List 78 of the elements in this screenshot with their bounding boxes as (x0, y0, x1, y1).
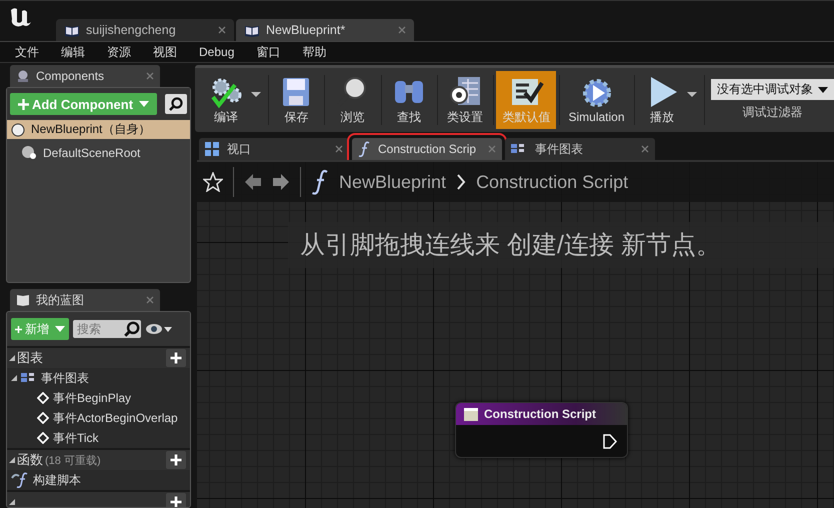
toolbar-button[interactable]: Simulation (562, 71, 631, 129)
close-icon[interactable] (218, 26, 226, 34)
debug-filter-label: 调试过滤器 (742, 104, 803, 121)
search-button[interactable] (165, 94, 187, 114)
close-icon[interactable] (641, 145, 649, 153)
star-icon[interactable] (203, 172, 223, 192)
caret-icon (139, 101, 150, 107)
graph-node[interactable]: Construction Script (455, 402, 628, 458)
node-title: Construction Script (484, 407, 596, 421)
back-arrow-icon[interactable] (244, 173, 262, 191)
dropdown-caret-icon[interactable] (251, 92, 261, 96)
function-icon (311, 169, 329, 195)
caret-icon (55, 326, 65, 332)
panel-tab[interactable]: 我的蓝图 (10, 289, 160, 311)
dropdown-caret-icon[interactable] (686, 92, 697, 96)
book-icon (16, 294, 30, 306)
expand-arrow-icon[interactable] (9, 355, 15, 361)
eye-icon[interactable] (145, 323, 173, 335)
book-icon (64, 24, 80, 36)
toolbar-button[interactable]: 浏览 (328, 71, 378, 129)
plus-icon (15, 324, 22, 334)
search-field[interactable]: 搜索 (73, 320, 123, 338)
menu-item[interactable]: 资源 (107, 44, 131, 60)
menu-item[interactable]: 帮助 (302, 44, 326, 60)
section-title: 图表 (17, 349, 43, 367)
grid-icon (205, 142, 219, 156)
menu-item[interactable]: 编辑 (61, 44, 85, 60)
toolbar-button[interactable]: 类设置 (440, 71, 490, 129)
graph-icon (21, 373, 37, 383)
component-item[interactable]: DefaultSceneRoot (7, 143, 190, 162)
toolbar-button[interactable]: 播放 (636, 71, 687, 129)
sphere-icon (11, 122, 25, 136)
plus-icon (18, 98, 29, 110)
toolbar-button[interactable]: 查找 (384, 71, 434, 129)
exec-pin-icon[interactable] (603, 434, 617, 448)
document-tab[interactable]: NewBlueprint* (236, 19, 414, 41)
section-title: 函数 (17, 451, 43, 469)
menu-item[interactable]: 文件 (15, 44, 39, 60)
menu-item[interactable]: 窗口 (256, 44, 280, 60)
breadcrumb-item[interactable]: NewBlueprint (339, 172, 446, 192)
graph-tab[interactable]: 视口 (199, 138, 349, 160)
breadcrumb-item[interactable]: Construction Script (476, 172, 628, 192)
component-icon (16, 69, 30, 83)
book-icon (244, 24, 260, 36)
document-tab[interactable]: suijishengcheng (56, 19, 234, 41)
component-item[interactable]: NewBlueprint（自身） (7, 120, 190, 139)
section-note: (18 可重载) (45, 454, 101, 468)
hint-text: 从引脚拖拽连线来 创建/连接 新节点。 (288, 222, 834, 268)
graph-icon (511, 144, 527, 154)
debug-object-dropdown[interactable]: 没有选中调试对象 (711, 79, 834, 100)
expand-arrow-icon[interactable] (9, 499, 15, 505)
expand-arrow-icon[interactable] (9, 457, 15, 463)
close-icon[interactable] (146, 296, 154, 304)
function-icon (358, 141, 370, 157)
logo-icon (8, 6, 32, 28)
sphere-icon (21, 145, 37, 160)
menu-item[interactable]: 视图 (153, 44, 177, 60)
graph-tab[interactable]: Construction Scrip (352, 138, 502, 160)
function-icon (11, 472, 29, 488)
panel-tab[interactable]: Components (10, 65, 160, 87)
menu-item[interactable]: Debug (199, 45, 234, 59)
close-icon[interactable] (398, 26, 406, 34)
add-button[interactable] (166, 451, 186, 469)
graph-tab[interactable]: 事件图表 (505, 138, 655, 160)
caret-icon (818, 86, 828, 92)
toolbar-button[interactable]: 保存 (271, 71, 322, 129)
graph-canvas[interactable]: NewBlueprint Construction Script 从引脚拖拽连线来 创建/连接 新节点。 Construction Script (197, 160, 834, 508)
close-icon[interactable] (335, 145, 343, 153)
close-icon[interactable] (146, 72, 154, 80)
diamond-icon (37, 432, 49, 444)
chevron-icon (456, 173, 466, 191)
add-button[interactable] (166, 349, 186, 367)
forward-arrow-icon[interactable] (272, 173, 290, 191)
node-icon (464, 408, 478, 420)
toolbar-button[interactable]: 编译 (201, 71, 251, 129)
diamond-icon (37, 412, 49, 424)
diamond-icon (37, 392, 49, 404)
add-button[interactable] (166, 493, 186, 507)
